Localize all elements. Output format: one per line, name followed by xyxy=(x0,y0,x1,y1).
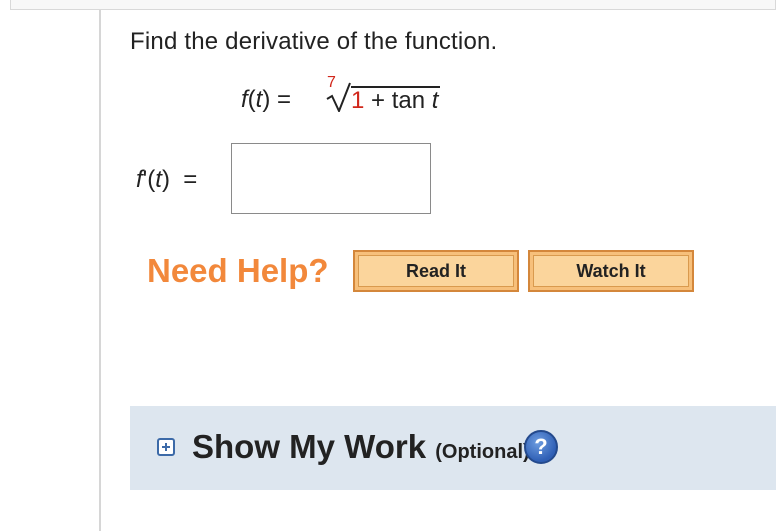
read-it-button[interactable]: Read It xyxy=(353,250,519,292)
show-my-work-toggle[interactable]: Show My Work (Optional) xyxy=(192,428,530,466)
question-circle-icon[interactable]: ? xyxy=(524,430,558,464)
function-variable: t xyxy=(255,86,263,113)
watch-it-label: Watch It xyxy=(533,255,689,287)
equals-sign: = xyxy=(277,86,292,113)
answer-input-field[interactable] xyxy=(231,143,431,214)
watch-it-button[interactable]: Watch It xyxy=(528,250,694,292)
answer-prime: ' xyxy=(142,166,148,193)
need-help-heading: Need Help? xyxy=(147,252,329,289)
radical-sign-icon xyxy=(326,82,351,112)
left-divider xyxy=(99,10,101,531)
answer-variable: t xyxy=(155,166,162,193)
read-it-label: Read It xyxy=(358,255,514,287)
show-my-work-title: Show My Work xyxy=(192,428,427,465)
optional-label: (Optional) xyxy=(435,441,530,463)
top-border xyxy=(10,0,776,10)
show-my-work-panel: Show My Work (Optional) ? xyxy=(130,406,776,490)
answer-label: f'(t) = xyxy=(136,166,198,193)
radicand-number: 1 xyxy=(351,87,365,114)
plus-box-icon[interactable] xyxy=(157,438,175,456)
question-prompt: Find the derivative of the function. xyxy=(130,28,498,55)
equation-lhs: f(t) = xyxy=(241,86,292,113)
answer-equals: = xyxy=(183,166,198,193)
radicand-variable: t xyxy=(431,87,439,114)
radicand-plus: + xyxy=(371,87,386,114)
radicand-function: tan xyxy=(391,87,426,114)
radicand: 1 + tan t xyxy=(351,86,441,114)
answer-function-name: f xyxy=(136,166,143,193)
webassign-question-page: Find the derivative of the function. f(t… xyxy=(0,0,776,531)
function-name: f xyxy=(241,86,248,113)
